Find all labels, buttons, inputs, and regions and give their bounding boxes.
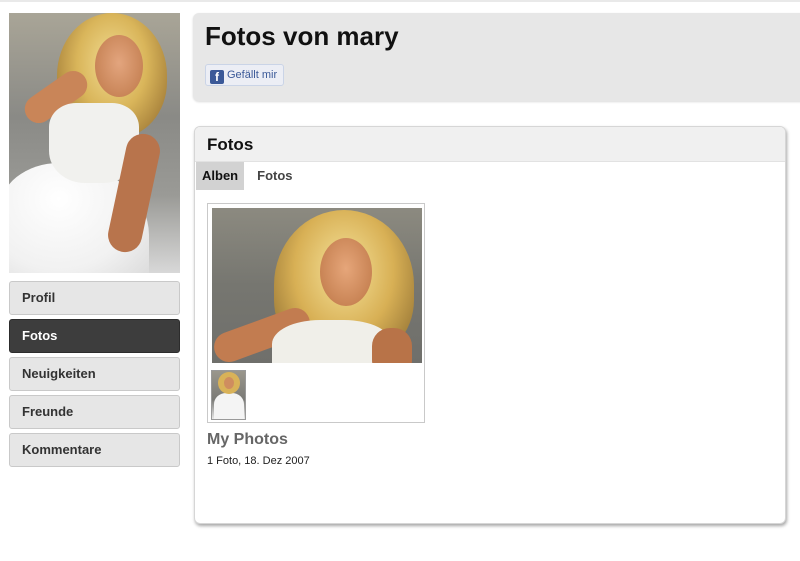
tab-alben[interactable]: Alben: [196, 162, 245, 190]
profile-photo[interactable]: [9, 13, 180, 273]
nav-item-neuigkeiten[interactable]: Neuigkeiten: [9, 357, 180, 391]
top-divider: [0, 0, 800, 2]
album-meta: 1 Foto, 18. Dez 2007: [207, 455, 310, 467]
album-name-link[interactable]: My Photos: [207, 431, 288, 449]
photos-panel: Fotos Alben Fotos My Photos 1 Foto, 18. …: [194, 126, 786, 524]
like-button[interactable]: f Gefällt mir: [205, 64, 285, 86]
page-title: Fotos von mary: [205, 21, 399, 51]
nav-item-kommentare[interactable]: Kommentare: [9, 433, 180, 467]
nav-item-fotos[interactable]: Fotos: [9, 319, 180, 353]
nav-item-profil[interactable]: Profil: [9, 281, 180, 315]
tab-fotos[interactable]: Fotos: [251, 162, 298, 190]
panel-title: Fotos: [207, 135, 254, 154]
like-button-label: Gefällt mir: [227, 69, 278, 81]
album-cover-photo[interactable]: [212, 208, 422, 363]
page-header: Fotos von mary f Gefällt mir: [193, 13, 800, 101]
photo-tabs: Alben Fotos: [196, 162, 299, 190]
album-thumbnail[interactable]: [211, 370, 246, 420]
panel-header: [195, 127, 785, 162]
album-card[interactable]: [207, 203, 425, 423]
facebook-icon: f: [210, 70, 224, 84]
profile-nav: Profil Fotos Neuigkeiten Freunde Komment…: [9, 281, 180, 471]
nav-item-freunde[interactable]: Freunde: [9, 395, 180, 429]
